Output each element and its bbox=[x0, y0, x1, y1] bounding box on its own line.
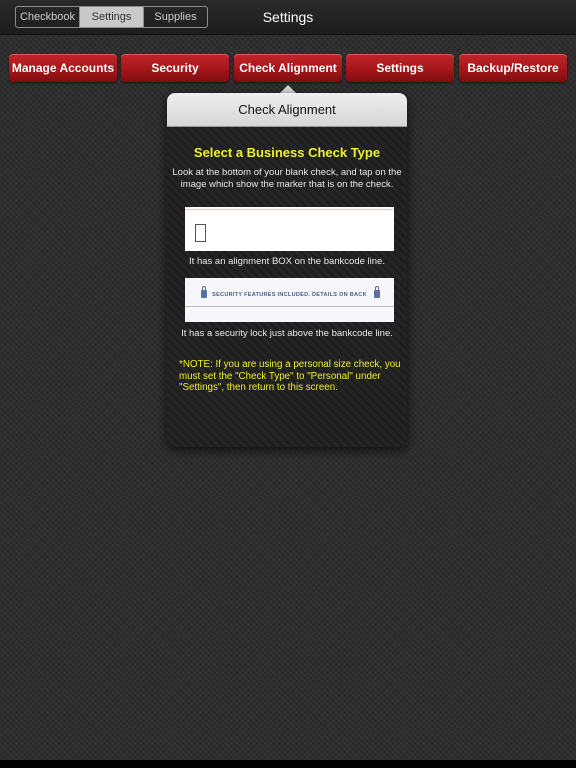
bankcode-line bbox=[185, 306, 394, 307]
check-alignment-button[interactable]: Check Alignment bbox=[234, 54, 342, 82]
alignment-box-marker bbox=[195, 224, 206, 242]
popover-heading: Select a Business Check Type bbox=[193, 145, 381, 160]
lock-icon bbox=[374, 286, 380, 298]
nav-bar: Checkbook Settings Supplies Settings bbox=[0, 0, 576, 35]
security-features-text: SECURITY FEATURES INCLUDED. DETAILS ON B… bbox=[212, 292, 367, 298]
check-border-line bbox=[185, 209, 394, 210]
security-button[interactable]: Security bbox=[121, 54, 229, 82]
alignment-box-check-image[interactable] bbox=[185, 207, 394, 251]
popover-body: Select a Business Check Type Look at the… bbox=[167, 127, 407, 447]
bottom-edge bbox=[0, 760, 576, 768]
check-alignment-popover: Check Alignment Select a Business Check … bbox=[167, 93, 407, 447]
security-lock-check-image[interactable]: SECURITY FEATURES INCLUDED. DETAILS ON B… bbox=[185, 278, 394, 322]
settings-button[interactable]: Settings bbox=[346, 54, 454, 82]
alignment-box-caption: It has an alignment BOX on the bankcode … bbox=[189, 256, 385, 267]
page-title: Settings bbox=[262, 9, 314, 25]
manage-accounts-button[interactable]: Manage Accounts bbox=[9, 54, 117, 82]
settings-tab-bar: Manage Accounts Security Check Alignment… bbox=[9, 54, 567, 82]
backup-restore-button[interactable]: Backup/Restore bbox=[459, 54, 567, 82]
instruction-text: Look at the bottom of your blank check, … bbox=[172, 167, 402, 190]
security-lock-caption: It has a security lock just above the ba… bbox=[181, 328, 393, 339]
popover-title: Check Alignment bbox=[167, 93, 407, 127]
personal-check-note: *NOTE: If you are using a personal size … bbox=[179, 359, 401, 393]
